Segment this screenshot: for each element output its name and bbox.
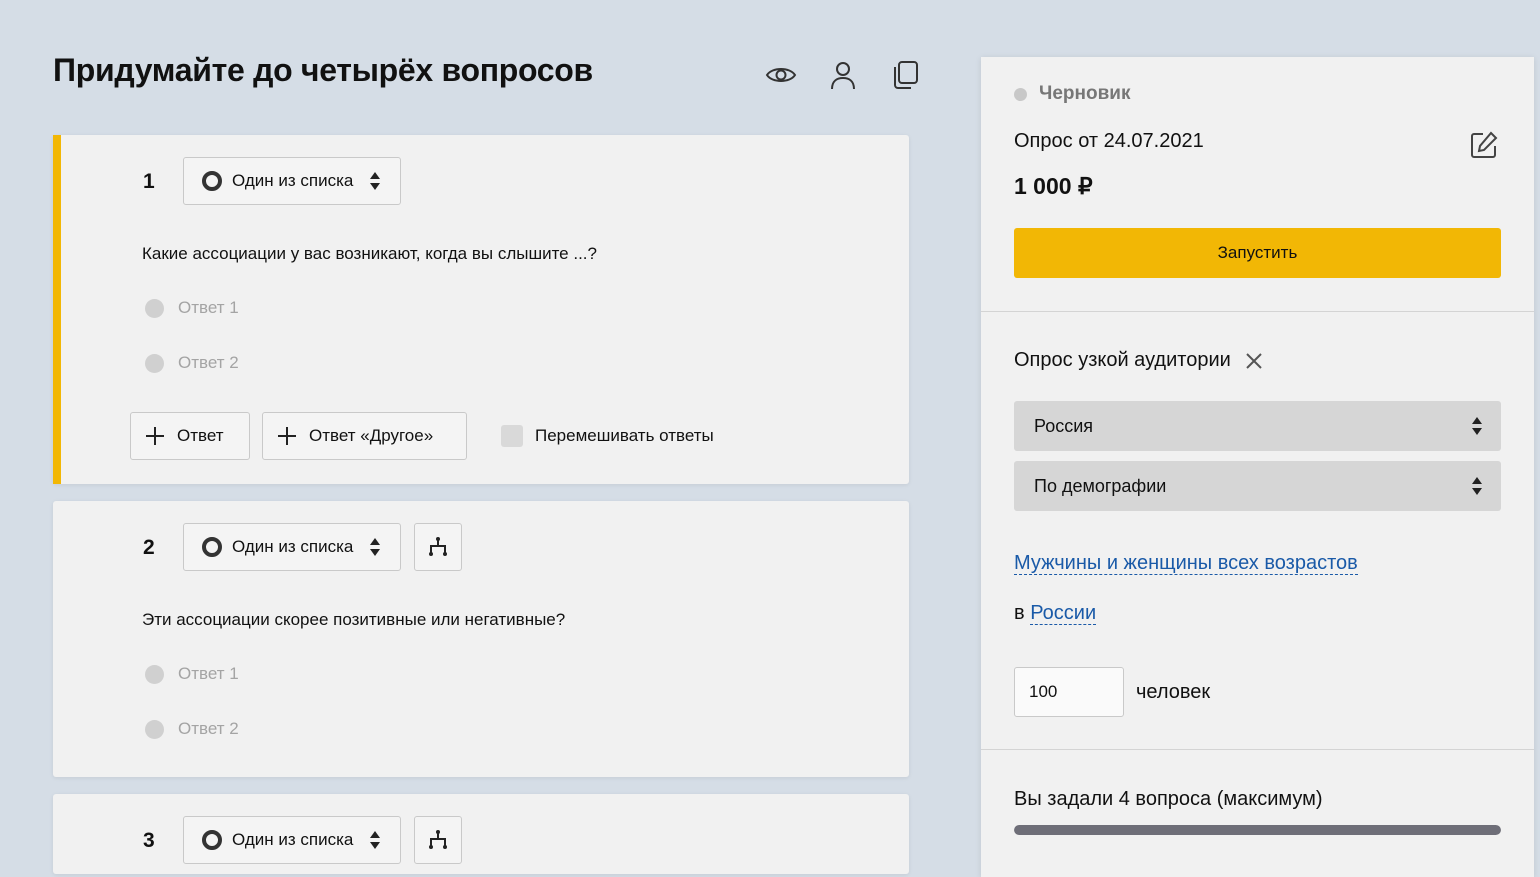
question-number: 3 <box>143 829 155 852</box>
add-answer-button[interactable]: Ответ <box>130 412 250 460</box>
survey-sidebar: Черновик Опрос от 24.07.2021 1 000 ₽ Зап… <box>981 57 1534 877</box>
radio-placeholder-icon <box>145 719 164 739</box>
audience-title-label: Опрос узкой аудитории <box>1014 349 1231 371</box>
answer-option[interactable]: Ответ 1 <box>145 664 239 684</box>
radio-placeholder-icon <box>145 664 164 684</box>
location-link[interactable]: России <box>1030 602 1097 625</box>
answer-placeholder: Ответ 1 <box>178 664 239 683</box>
radio-icon <box>202 171 222 191</box>
answer-placeholder: Ответ 2 <box>178 719 239 738</box>
question-type-label: Один из списка <box>232 537 354 556</box>
respondents-count-input[interactable] <box>1014 667 1124 717</box>
plus-icon <box>146 427 164 445</box>
question-type-select[interactable]: Один из списка <box>183 523 401 571</box>
radio-icon <box>202 830 222 850</box>
questions-progress-bar <box>1014 825 1501 835</box>
question-text[interactable]: Какие ассоциации у вас возникают, когда … <box>142 244 597 264</box>
sort-arrows-icon <box>369 537 381 557</box>
targeting-select[interactable]: По демографии <box>1014 461 1501 511</box>
page-title: Придумайте до четырёх вопросов <box>53 52 593 88</box>
checkbox-box <box>501 425 523 447</box>
branching-button[interactable] <box>414 523 462 571</box>
targeting-select-value: По демографии <box>1034 475 1167 496</box>
shuffle-answers-checkbox[interactable]: Перемешивать ответы <box>501 425 714 447</box>
add-other-answer-button[interactable]: Ответ «Другое» <box>262 412 467 460</box>
add-other-answer-label: Ответ «Другое» <box>309 426 434 445</box>
radio-placeholder-icon <box>145 353 164 373</box>
eye-icon[interactable] <box>762 56 800 94</box>
answer-option[interactable]: Ответ 1 <box>145 298 239 318</box>
sort-arrows-icon <box>1472 477 1482 495</box>
radio-icon <box>202 537 222 557</box>
header-actions <box>762 56 924 94</box>
survey-price: 1 000 ₽ <box>1014 173 1093 199</box>
answer-placeholder: Ответ 1 <box>178 298 239 317</box>
answer-placeholder: Ответ 2 <box>178 353 239 372</box>
edit-icon[interactable] <box>1469 130 1499 165</box>
launch-button[interactable]: Запустить <box>1014 228 1501 278</box>
region-select[interactable]: Россия <box>1014 401 1501 451</box>
copy-icon[interactable] <box>886 56 924 94</box>
plus-icon <box>278 427 296 445</box>
status-label: Черновик <box>1039 83 1131 104</box>
survey-name: Опрос от 24.07.2021 <box>1014 130 1204 152</box>
question-type-select[interactable]: Один из списка <box>183 157 401 205</box>
branching-button[interactable] <box>414 816 462 864</box>
question-card-2: 2 Один из списка Эти ассоциации скорее п… <box>53 501 909 777</box>
close-icon[interactable] <box>1245 352 1263 370</box>
question-type-label: Один из списка <box>232 171 354 190</box>
sort-arrows-icon <box>369 830 381 850</box>
questions-progress-fill <box>1014 825 1501 835</box>
question-number: 2 <box>143 536 155 559</box>
divider <box>981 311 1534 312</box>
demographic-link[interactable]: Мужчины и женщины всех возрастов <box>1014 552 1358 575</box>
question-type-label: Один из списка <box>232 830 354 849</box>
audience-title: Опрос узкой аудитории <box>1014 349 1263 372</box>
question-type-select[interactable]: Один из списка <box>183 816 401 864</box>
radio-placeholder-icon <box>145 298 164 318</box>
status-dot-icon <box>1014 87 1027 101</box>
branching-icon <box>429 830 447 849</box>
question-text[interactable]: Эти ассоциации скорее позитивные или нег… <box>142 610 565 630</box>
user-icon[interactable] <box>824 56 862 94</box>
divider <box>981 749 1534 750</box>
question-card-3: 3 Один из списка <box>53 794 909 874</box>
region-select-value: Россия <box>1034 415 1094 436</box>
question-number: 1 <box>143 170 155 193</box>
question-card-1: 1 Один из списка Какие ассоциации у вас … <box>53 135 909 484</box>
answer-option[interactable]: Ответ 2 <box>145 353 239 373</box>
location-prefix: в <box>1014 602 1025 624</box>
demographic-line: Мужчины и женщины всех возрастов <box>1014 552 1358 575</box>
status-badge: Черновик <box>1014 83 1130 105</box>
shuffle-label: Перемешивать ответы <box>535 426 714 445</box>
questions-count-text: Вы задали 4 вопроса (максимум) <box>1014 788 1323 810</box>
sort-arrows-icon <box>369 171 381 191</box>
add-answer-label: Ответ <box>177 426 224 445</box>
location-line: в России <box>1014 602 1097 625</box>
answer-option[interactable]: Ответ 2 <box>145 719 239 739</box>
respondents-unit: человек <box>1136 681 1211 703</box>
branching-icon <box>429 537 447 556</box>
sort-arrows-icon <box>1472 417 1482 435</box>
